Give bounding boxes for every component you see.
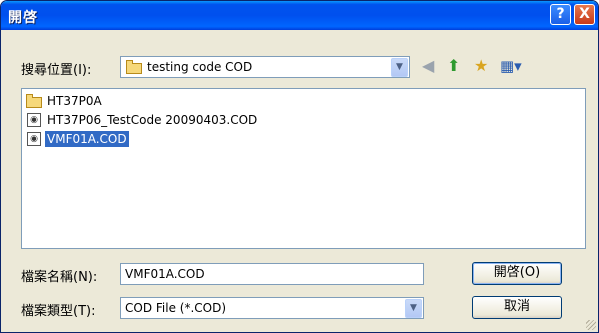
resize-grip[interactable] xyxy=(586,320,596,330)
filetype-value: COD File (*.COD) xyxy=(125,301,227,315)
open-file-dialog: 開啓 ? X 搜尋位置(I): testing code COD ▼ ◀ ⬆ ★… xyxy=(0,0,599,333)
folder-icon xyxy=(26,94,42,108)
cancel-button[interactable]: 取消 xyxy=(472,296,562,319)
filetype-label: 檔案類型(T): xyxy=(21,304,96,319)
lookin-dropdown[interactable]: testing code COD ▼ xyxy=(120,56,410,78)
view-menu-icon[interactable]: ▦▾ xyxy=(500,58,522,74)
open-button[interactable]: 開啓(O) xyxy=(472,262,562,285)
cod-file-icon: ◉ xyxy=(27,132,41,146)
back-icon[interactable]: ◀ xyxy=(422,58,434,74)
help-button[interactable]: ? xyxy=(550,4,571,25)
chevron-down-icon[interactable]: ▼ xyxy=(405,299,422,318)
file-name: HT37P0A xyxy=(47,94,102,108)
close-button[interactable]: X xyxy=(574,4,595,25)
lookin-label: 搜尋位置(I): xyxy=(21,63,92,78)
window-title: 開啓 xyxy=(8,10,38,26)
filename-input[interactable]: VMF01A.COD xyxy=(120,263,424,285)
lookin-value: testing code COD xyxy=(147,60,253,74)
cod-file-icon: ◉ xyxy=(27,113,41,127)
filetype-dropdown[interactable]: COD File (*.COD) ▼ xyxy=(120,297,424,319)
filename-label: 檔案名稱(N): xyxy=(21,270,98,285)
up-folder-icon[interactable]: ⬆ xyxy=(447,58,460,74)
file-name: VMF01A.COD xyxy=(45,131,129,147)
new-folder-icon[interactable]: ★ xyxy=(474,58,488,74)
file-name: HT37P06_TestCode 20090403.COD xyxy=(47,113,258,127)
filename-value: VMF01A.COD xyxy=(125,267,205,281)
title-bar[interactable]: 開啓 ? X xyxy=(1,1,598,30)
folder-icon xyxy=(126,60,142,74)
file-list[interactable]: HT37P0A ◉ HT37P06_TestCode 20090403.COD … xyxy=(21,88,586,249)
chevron-down-icon[interactable]: ▼ xyxy=(391,58,408,77)
